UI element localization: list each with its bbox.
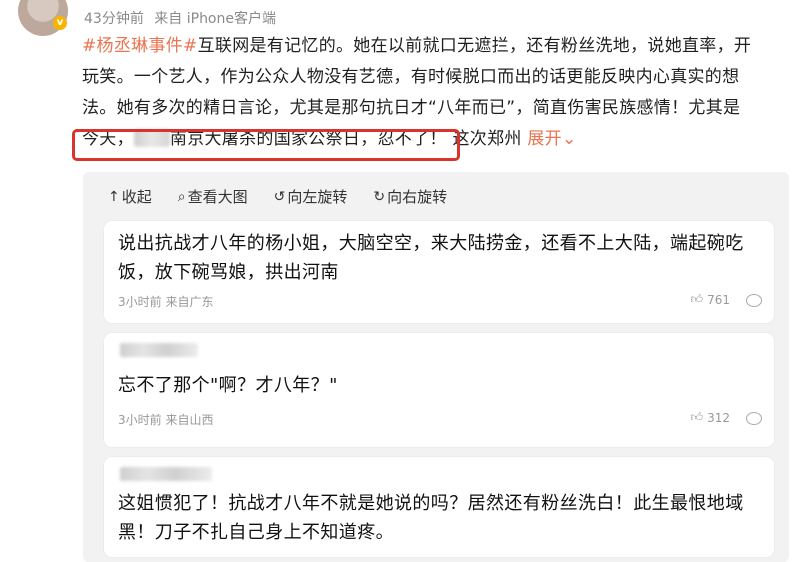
redacted-username xyxy=(120,343,198,357)
rotate-right-icon: ↻ xyxy=(373,188,386,205)
hashtag-link[interactable]: #杨丞琳事件# xyxy=(82,36,198,56)
post-time: 43分钟前 xyxy=(84,11,144,27)
redacted-username xyxy=(120,467,212,481)
post-line-4c: 这次郑州 xyxy=(452,129,522,149)
rotate-left-icon: ↺ xyxy=(273,188,286,205)
comment-text: 这姐惯犯了！抗战才八年不就是她说的吗？居然还有粉丝洗白！此生最恨地域黑！刀子不扎… xyxy=(118,493,744,543)
comment-text: 忘不了那个"啊？才八年？" xyxy=(118,375,338,396)
expand-link[interactable]: 展开⌄ xyxy=(527,129,576,149)
like-button[interactable]: 👍︎ 312 xyxy=(691,410,730,425)
expand-label: 展开 xyxy=(527,129,562,149)
comment-card: 说出抗战才八年的杨小姐，大脑空空，来大陆捞金，还看不上大陆，端起碗吃饭，放下碗骂… xyxy=(104,221,774,323)
search-icon: ⌕ xyxy=(177,188,186,205)
rotate-right-label: 向右旋转 xyxy=(387,188,448,206)
thumbs-up-icon: 👍︎ xyxy=(690,292,704,306)
comment-text: 说出抗战才八年的杨小姐，大脑空空，来大陆捞金，还看不上大陆，端起碗吃饭，放下碗骂… xyxy=(118,233,744,283)
like-count: 761 xyxy=(707,292,730,307)
like-count: 312 xyxy=(707,410,730,425)
view-large-button[interactable]: ⌕ 查看大图 xyxy=(178,186,248,207)
rotate-left-label: 向左旋转 xyxy=(287,188,348,206)
rotate-left-button[interactable]: ↺ 向左旋转 xyxy=(274,186,348,207)
comment-icon[interactable] xyxy=(746,294,762,307)
comment-meta: 3小时前 来自广东 xyxy=(118,295,214,309)
comment-icon[interactable] xyxy=(746,412,762,425)
arrow-up-icon: ↑ xyxy=(108,188,120,205)
post-source: 来自 iPhone客户端 xyxy=(154,11,276,27)
post-line-2: 玩笑。一个艺人，作为公众人物没有艺德，有时候脱口而出的话更能反映内心真实的想 xyxy=(82,67,740,87)
highlight-box xyxy=(72,129,460,161)
verified-badge-icon: v xyxy=(53,16,67,30)
like-button[interactable]: 👍︎ 761 xyxy=(691,292,730,307)
post-meta: 43分钟前 来自 iPhone客户端 xyxy=(84,8,282,28)
comment-card: 这姐惯犯了！抗战才八年不就是她说的吗？居然还有粉丝洗白！此生最恨地域黑！刀子不扎… xyxy=(104,457,774,557)
post-line-1: 互联网是有记忆的。她在以前就口无遮拦，还有粉丝洗地，说她直率，开 xyxy=(197,36,752,56)
collapse-button[interactable]: ↑ 收起 xyxy=(108,186,152,207)
chevron-down-icon: ⌄ xyxy=(561,129,577,149)
view-large-label: 查看大图 xyxy=(187,188,248,206)
comment-card: 忘不了那个"啊？才八年？" 3小时前 来自山西 👍︎ 312 xyxy=(104,333,774,447)
comment-meta: 3小时前 来自山西 xyxy=(118,413,214,427)
thumbs-up-icon: 👍︎ xyxy=(690,410,704,424)
collapse-label: 收起 xyxy=(121,188,152,206)
image-toolbar: ↑ 收起 ⌕ 查看大图 ↺ 向左旋转 ↻ 向右旋转 xyxy=(108,186,447,207)
post-line-3: 法。她有多次的精日言论，尤其是那句抗日才“八年而已”，简直伤害民族感情！尤其是 xyxy=(82,98,741,118)
rotate-right-button[interactable]: ↻ 向右旋转 xyxy=(373,186,447,207)
